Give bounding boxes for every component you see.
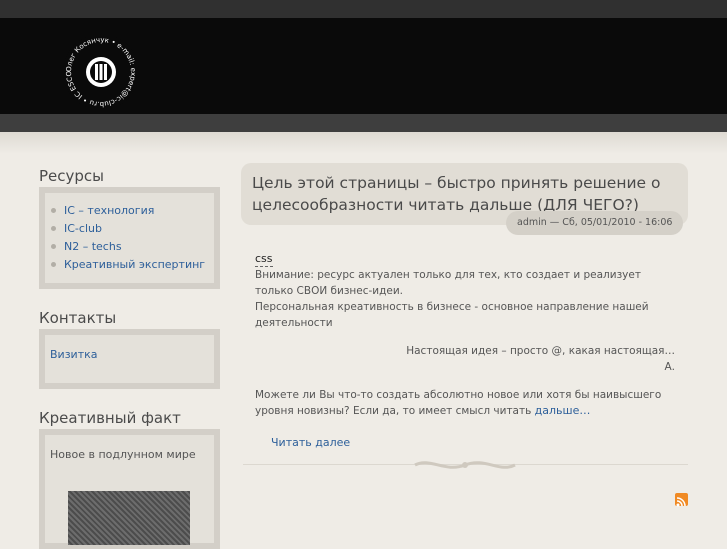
node-meta: admin — Сб, 05/01/2010 - 16:06: [506, 211, 684, 235]
resources-box: IC – технология IC-club N2 – techs Креат…: [39, 187, 220, 289]
fact-image[interactable]: [68, 491, 190, 545]
header-shadow-band: [0, 132, 727, 154]
nav-bar: [0, 114, 727, 132]
paragraph-2: Персональная креативность в бизнесе - ос…: [255, 301, 649, 329]
more-link[interactable]: дальше…: [535, 404, 591, 417]
resources-item[interactable]: IC – технология: [51, 202, 214, 220]
rss-feed-icon[interactable]: [675, 493, 688, 507]
paragraph-1: Внимание: ресурс актуален только для тех…: [255, 269, 641, 297]
contacts-box: Визитка: [39, 329, 220, 389]
bullet-icon: [51, 261, 56, 267]
flourish-ornament: [414, 461, 516, 469]
fact-text: Новое в подлунном мире: [50, 448, 196, 461]
contacts-title: Контакты: [39, 309, 117, 327]
resources-title: Ресурсы: [39, 167, 105, 185]
site-header: Олег Косянчук • e-mail: expert@ic-club.r…: [0, 18, 727, 114]
tag-link[interactable]: css: [255, 252, 273, 267]
vcard-link[interactable]: Визитка: [50, 348, 98, 361]
bullet-icon: [51, 243, 56, 249]
resources-item[interactable]: IC-club: [51, 220, 214, 238]
site-logo[interactable]: Олег Косянчук • e-mail: expert@ic-club.r…: [57, 30, 145, 114]
bullet-icon: [51, 207, 56, 213]
fact-title: Креативный факт: [39, 409, 181, 427]
resources-item[interactable]: N2 – techs: [51, 238, 214, 256]
resources-list: IC – технология IC-club N2 – techs Креат…: [45, 193, 214, 274]
top-bar: [0, 0, 727, 18]
signature: А.: [664, 361, 675, 373]
quote: Настоящая идея – просто @, какая настоящ…: [406, 345, 675, 357]
paragraph-3: Можете ли Вы что-то создать абсолютно но…: [255, 389, 662, 417]
node-content: css Внимание: ресурс актуален только для…: [255, 251, 675, 419]
bullet-icon: [51, 225, 56, 231]
node-title[interactable]: Цель этой страницы – быстро принять реше…: [252, 172, 672, 216]
resources-item[interactable]: Креативный экспертинг: [51, 256, 214, 274]
read-more-link[interactable]: Читать далее: [271, 436, 350, 449]
